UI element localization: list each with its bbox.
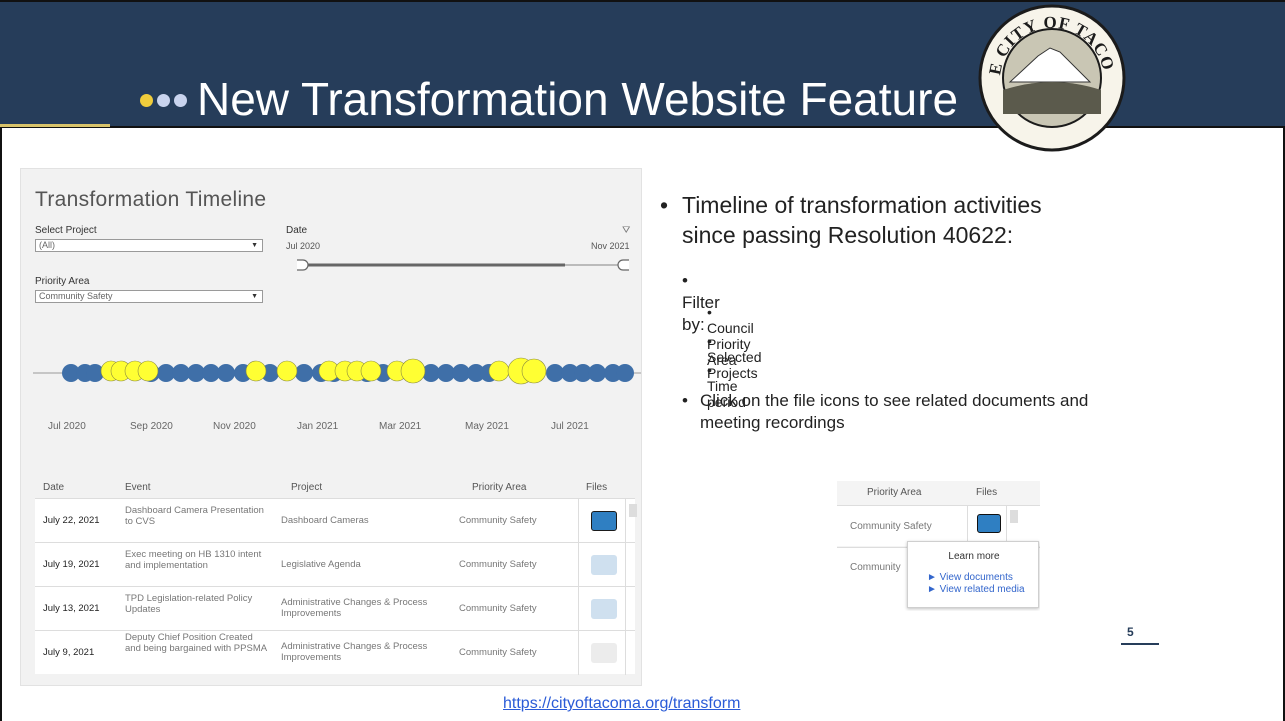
row-event: Exec meeting on HB 1310 intent and imple… — [125, 549, 262, 571]
dot-light — [174, 94, 187, 107]
dashboard-title: Transformation Timeline — [35, 188, 267, 211]
month-label: Sep 2020 — [130, 421, 173, 432]
col-project: Project — [291, 482, 323, 493]
row-project: Legislative Agenda — [281, 559, 361, 570]
date-filter-label: Date — [286, 225, 308, 236]
row-event: Deputy Chief Position Created and being … — [125, 632, 268, 654]
title-dots-icon — [140, 94, 187, 107]
file-icon[interactable] — [591, 643, 617, 663]
row-priority: Community Safety — [459, 647, 537, 658]
dot-light — [157, 94, 170, 107]
top-border — [0, 0, 1285, 2]
row-date: July 19, 2021 — [43, 559, 100, 570]
priority-area-dropdown[interactable]: Community Safety ▼ — [35, 290, 263, 303]
dot-gold — [140, 94, 153, 107]
table-row: July 22, 2021 Dashboard Camera Presentat… — [35, 498, 635, 543]
col-event: Event — [125, 482, 151, 493]
file-cell — [578, 587, 626, 631]
file-icon[interactable] — [977, 514, 1001, 533]
file-cell — [578, 543, 626, 587]
left-border — [0, 128, 2, 721]
month-label: Jul 2020 — [48, 421, 86, 432]
popup-title: Learn more — [948, 551, 1000, 562]
table-row: July 19, 2021 Exec meeting on HB 1310 in… — [35, 542, 635, 587]
timeline-strip[interactable] — [21, 344, 642, 404]
row-event: TPD Legislation-related Policy Updates — [125, 593, 253, 615]
bullet-icon: • — [682, 391, 688, 410]
table-header: Date Event Project Priority Area Files — [35, 478, 635, 498]
row-date: July 13, 2021 — [43, 603, 100, 614]
page-number: 5 — [1127, 625, 1134, 639]
file-icon[interactable] — [591, 511, 617, 531]
row-project: Administrative Changes & Process Improve… — [281, 597, 428, 619]
row-priority: Community Safety — [459, 559, 537, 570]
inset-priority-header: Priority Area — [867, 487, 922, 498]
view-media-link[interactable]: ► View related media — [927, 584, 1025, 595]
row-project: Dashboard Cameras — [281, 515, 369, 526]
inset-file-cell — [967, 505, 1007, 546]
row-priority: Community Safety — [459, 515, 537, 526]
month-label: May 2021 — [465, 421, 509, 432]
col-priority: Priority Area — [472, 482, 527, 493]
month-label: Mar 2021 — [379, 421, 422, 432]
month-label: Nov 2020 — [213, 421, 256, 432]
priority-area-value: Community Safety — [39, 291, 113, 301]
select-project-label: Select Project — [35, 225, 97, 236]
row-project: Administrative Changes & Process Improve… — [281, 641, 428, 663]
col-files: Files — [586, 482, 608, 493]
learn-more-popup: Learn more ► View documents ► View relat… — [907, 541, 1039, 608]
bullet-click-note: • Click on the file icons to see related… — [682, 390, 1102, 434]
date-min-label: Jul 2020 — [286, 241, 321, 251]
city-seal-logo: THE CITY OF TACOMA — [978, 4, 1126, 152]
file-cell — [578, 499, 626, 543]
bullet-icon: • — [660, 192, 669, 218]
files-popup-example: Priority Area Files Community Safety Com… — [837, 481, 1040, 611]
header-accent-line — [0, 124, 110, 127]
file-icon[interactable] — [591, 555, 617, 575]
inset-scrollbar — [1010, 510, 1018, 523]
select-project-value: (All) — [39, 240, 55, 250]
month-label: Jan 2021 — [297, 421, 339, 432]
row-priority: Community Safety — [459, 603, 537, 614]
bullet-main-text: Timeline of transformation activities si… — [682, 192, 1042, 248]
row-date: July 22, 2021 — [43, 515, 100, 526]
priority-area-label: Priority Area — [35, 276, 90, 287]
row-event: Dashboard Camera Presentation to CVS — [125, 505, 264, 527]
view-documents-link[interactable]: ► View documents — [927, 572, 1013, 583]
row-date: July 9, 2021 — [43, 647, 95, 658]
col-date: Date — [43, 482, 65, 493]
slide-title: New Transformation Website Feature — [197, 73, 959, 125]
inset-row-priority: Community Safety — [850, 521, 932, 532]
bullet-main: • Timeline of transformation activities … — [660, 190, 1080, 250]
month-label: Jul 2021 — [551, 421, 589, 432]
inset-files-header: Files — [976, 487, 998, 498]
table-scrollbar[interactable] — [629, 504, 637, 517]
events-table: Date Event Project Priority Area Files J… — [35, 478, 635, 675]
file-cell — [578, 631, 626, 675]
transform-url-link[interactable]: https://cityoftacoma.org/transform — [503, 695, 740, 713]
chevron-down-icon: ▼ — [251, 242, 258, 249]
file-icon[interactable] — [591, 599, 617, 619]
date-range-slider[interactable] — [289, 257, 637, 273]
chevron-down-icon: ▼ — [251, 293, 258, 300]
select-project-dropdown[interactable]: (All) ▼ — [35, 239, 263, 252]
table-row: July 13, 2021 TPD Legislation-related Po… — [35, 586, 635, 631]
filter-clear-icon[interactable]: ⛛ — [622, 225, 630, 236]
timeline-dashboard: Transformation Timeline Select Project (… — [20, 168, 642, 686]
inset-row-priority: Community — [850, 562, 901, 573]
click-note-text: Click on the file icons to see related d… — [700, 391, 1089, 432]
table-row: July 9, 2021 Deputy Chief Position Creat… — [35, 630, 635, 675]
date-max-label: Nov 2021 — [591, 241, 630, 251]
page-number-rule — [1121, 643, 1159, 645]
